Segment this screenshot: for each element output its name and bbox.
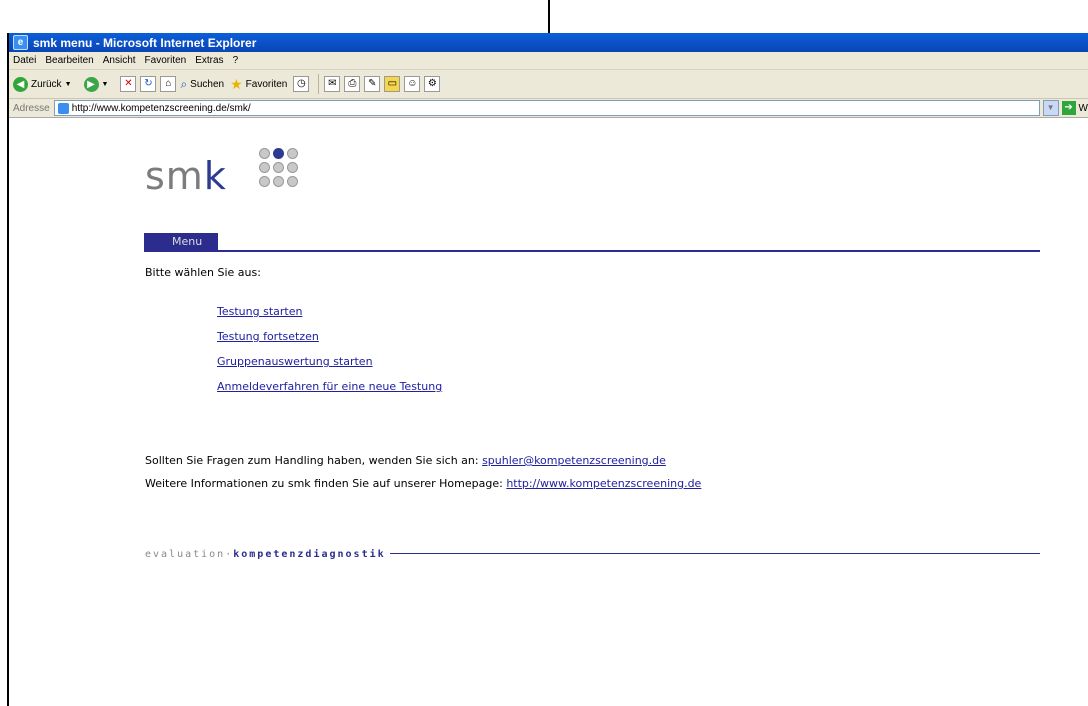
logo-text: sm: [145, 154, 204, 198]
search-icon: ⌕: [180, 76, 188, 91]
footer-evaluation: evaluation·: [145, 549, 234, 560]
menu-datei[interactable]: Datei: [13, 55, 36, 66]
browser-window: e smk menu - Microsoft Internet Explorer…: [7, 33, 1088, 706]
edit-icon[interactable]: ✎: [364, 76, 381, 92]
ie-logo-icon: e: [13, 35, 28, 50]
go-arrow-icon[interactable]: ➔: [1061, 101, 1076, 115]
print-icon[interactable]: ⎙: [344, 76, 361, 92]
window-title: smk menu - Microsoft Internet Explorer: [33, 35, 257, 50]
back-label: Zurück: [31, 78, 62, 90]
footer-logo: evaluation· kompetenzdiagnostik: [145, 549, 386, 560]
title-bar: e smk menu - Microsoft Internet Explorer: [9, 33, 1088, 52]
stop-icon[interactable]: ✕: [120, 76, 137, 92]
favorites-star-icon: ★: [230, 75, 243, 92]
link-testung-starten[interactable]: Testung starten: [217, 305, 442, 319]
menu-extras[interactable]: Extras: [195, 55, 223, 66]
mail-icon[interactable]: ✉: [324, 76, 341, 92]
favorites-label: Favoriten: [245, 78, 288, 90]
favorites-button[interactable]: ★ Favoriten: [230, 76, 287, 93]
history-icon[interactable]: ◷: [293, 76, 310, 92]
logo-dots-icon: [259, 148, 298, 187]
logo-dot: [287, 162, 298, 173]
address-bar: Adresse http://www.kompetenzscreening.de…: [9, 99, 1088, 118]
toolbar-separator: [318, 74, 320, 94]
header-rule: [144, 250, 1040, 252]
logo-k: k: [203, 154, 227, 198]
forward-dropdown-icon[interactable]: ▼: [102, 81, 109, 88]
logo-dot: [259, 176, 270, 187]
link-anmeldeverfahren[interactable]: Anmeldeverfahren für eine neue Testung: [217, 380, 442, 394]
logo-dot: [259, 148, 270, 159]
intro-text: Bitte wählen Sie aus:: [145, 266, 261, 279]
search-button[interactable]: ⌕ Suchen: [180, 77, 224, 92]
refresh-icon[interactable]: ↻: [140, 76, 157, 92]
page-icon: [57, 102, 69, 114]
logo-dot: [287, 148, 298, 159]
contact-text: Sollten Sie Fragen zum Handling haben, w…: [145, 454, 483, 467]
page-content: smk Menu Bitte wählen Sie aus: Testung s…: [9, 117, 1088, 706]
contact-email-link[interactable]: spuhler@kompetenzscreening.de: [482, 454, 666, 467]
link-gruppenauswertung-starten[interactable]: Gruppenauswertung starten: [217, 355, 442, 369]
forward-arrow-icon: ▶: [83, 76, 99, 92]
homepage-link[interactable]: http://www.kompetenzscreening.de: [506, 477, 701, 490]
address-label: Adresse: [13, 102, 50, 114]
logo-dot: [273, 176, 284, 187]
menu-tab: Menu: [144, 233, 218, 251]
search-label: Suchen: [190, 78, 225, 90]
messenger-icon[interactable]: ☺: [404, 76, 421, 92]
folder-icon[interactable]: ▭: [384, 76, 401, 92]
logo-dot: [273, 148, 284, 159]
address-url: http://www.kompetenzscreening.de/smk/: [71, 102, 251, 114]
logo-dot: [287, 176, 298, 187]
smk-logo: smk: [145, 154, 227, 198]
toolbar: ◀ Zurück ▼ ▶ ▼ ✕ ↻ ⌂ ⌕ Suchen ★ Favorite…: [9, 70, 1088, 99]
menu-bar: Datei Bearbeiten Ansicht Favoriten Extra…: [9, 52, 1088, 70]
footer-kompetenzdiagnostik: kompetenzdiagnostik: [233, 549, 386, 560]
logo-dot: [259, 162, 270, 173]
link-testung-fortsetzen[interactable]: Testung fortsetzen: [217, 330, 442, 344]
menu-links: Testung starten Testung fortsetzen Grupp…: [217, 305, 442, 405]
forward-button[interactable]: ▶ ▼: [83, 76, 115, 92]
address-dropdown-icon[interactable]: ▼: [1042, 100, 1059, 116]
tools-icon[interactable]: ⚙: [424, 76, 441, 92]
menu-favoriten[interactable]: Favoriten: [145, 55, 187, 66]
logo-dot: [273, 162, 284, 173]
back-button[interactable]: ◀ Zurück ▼: [13, 76, 78, 92]
footer-rule: [390, 553, 1040, 554]
menu-bearbeiten[interactable]: Bearbeiten: [45, 55, 93, 66]
address-input[interactable]: http://www.kompetenzscreening.de/smk/: [53, 100, 1040, 116]
menu-help[interactable]: ?: [233, 55, 239, 66]
menu-ansicht[interactable]: Ansicht: [103, 55, 136, 66]
back-dropdown-icon[interactable]: ▼: [65, 81, 72, 88]
contact-info: Sollten Sie Fragen zum Handling haben, w…: [145, 449, 701, 495]
info-text: Weitere Informationen zu smk finden Sie …: [145, 477, 507, 490]
back-arrow-icon: ◀: [13, 76, 28, 92]
home-icon[interactable]: ⌂: [160, 76, 177, 92]
go-label[interactable]: W: [1079, 103, 1088, 114]
